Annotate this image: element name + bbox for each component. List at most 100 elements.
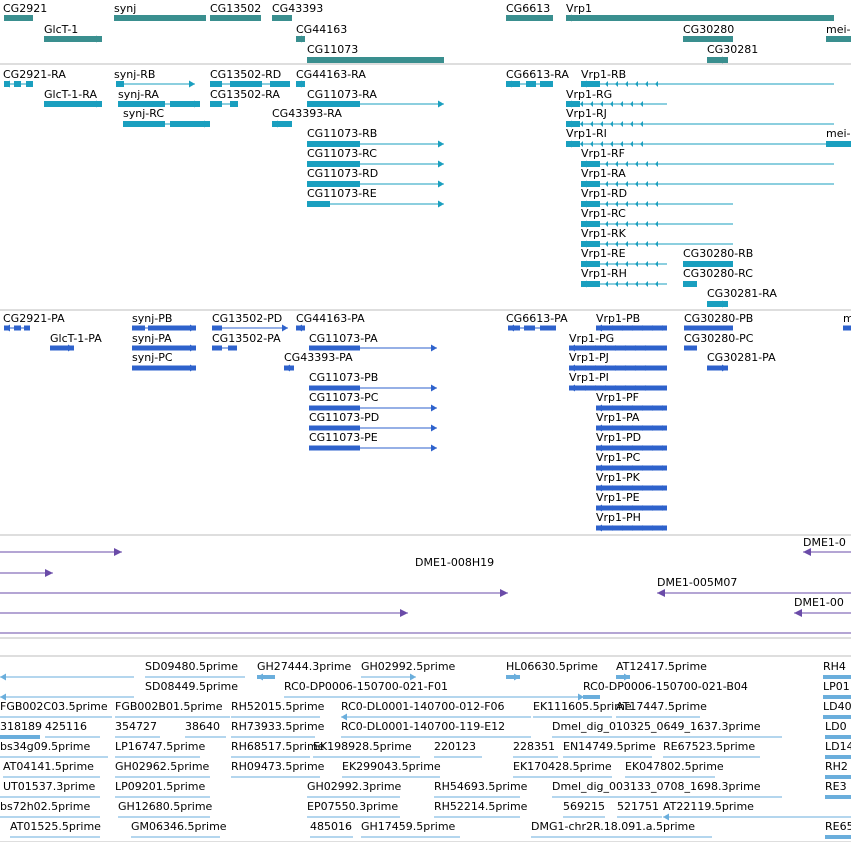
feature-est[interactable]: LD0: [825, 720, 851, 739]
feature-protein[interactable]: m: [843, 312, 851, 331]
feature-est[interactable]: AT22119.5prime: [663, 800, 851, 821]
feature-transcript[interactable]: CG11073-RA: [307, 88, 444, 108]
feature-est[interactable]: GH12680.5prime: [118, 800, 213, 818]
feature-gene[interactable]: CG43393: [272, 2, 323, 21]
feature-est[interactable]: EK299043.5prime: [342, 760, 441, 778]
feature-est[interactable]: 521751: [617, 800, 662, 818]
feature-protein[interactable]: Vrp1-PB: [596, 312, 667, 332]
feature-est[interactable]: RH52015.5prime: [231, 700, 325, 718]
feature-est[interactable]: bs72h02.5prime: [0, 800, 100, 818]
feature-est[interactable]: FGB002C03.5prime: [0, 700, 112, 718]
feature-est[interactable]: GH02962.5prime: [115, 760, 210, 778]
feature-transcript[interactable]: CG43393-RA: [272, 107, 342, 128]
feature-est[interactable]: LP09201.5prime: [115, 780, 210, 798]
feature-est[interactable]: HL06630.5prime: [506, 660, 598, 681]
feature-transcript[interactable]: synj-RA: [118, 88, 200, 108]
feature-est[interactable]: GM06346.5prime: [131, 820, 227, 838]
feature-protein[interactable]: CG11073-PE: [309, 431, 437, 452]
feature-est[interactable]: 38640: [185, 720, 226, 738]
feature-gene[interactable]: Vrp1: [566, 2, 834, 22]
feature-est[interactable]: DMG1-chr2R.18.091.a.5prime: [531, 820, 712, 838]
feature-protein[interactable]: CG44163-PA: [296, 312, 365, 332]
feature-est[interactable]: AT01525.5prime: [10, 820, 101, 838]
feature-est[interactable]: RE67523.5prime: [663, 740, 760, 758]
feature-est[interactable]: LP16747.5prime: [115, 740, 206, 758]
feature-est[interactable]: SD08449.5prime: [0, 680, 238, 701]
feature-transcript[interactable]: Vrp1-RJ: [566, 107, 834, 128]
feature-est[interactable]: EK047802.5prime: [625, 760, 724, 778]
feature-transcript[interactable]: CG11073-RD: [307, 167, 444, 188]
feature-est[interactable]: LD40: [823, 700, 851, 719]
feature-protein[interactable]: Vrp1-PG: [569, 332, 667, 352]
feature-protein[interactable]: Vrp1-PA: [596, 411, 667, 432]
feature-est[interactable]: 220123: [434, 740, 482, 758]
feature-protein[interactable]: Vrp1-PI: [569, 371, 667, 392]
feature-protein[interactable]: CG43393-PA: [284, 351, 353, 372]
feature-est[interactable]: RE3: [825, 780, 851, 799]
feature-gene[interactable]: CG44163: [296, 23, 347, 43]
feature-est[interactable]: Dmel_dig_010325_0649_1637.3prime: [552, 720, 782, 738]
feature-transcript[interactable]: Vrp1-RF: [581, 147, 834, 168]
feature-transcript[interactable]: Vrp1-RD: [581, 187, 733, 208]
feature-est[interactable]: 425116: [45, 720, 100, 738]
feature-protein[interactable]: synj-PA: [132, 332, 196, 352]
feature-est[interactable]: FGB002B01.5prime: [115, 700, 230, 718]
feature-gene[interactable]: CG30280: [683, 23, 734, 42]
feature-est[interactable]: EK198928.5prime: [313, 740, 420, 758]
feature-bac[interactable]: [0, 609, 408, 617]
feature-est[interactable]: RE65: [825, 820, 851, 839]
feature-gene[interactable]: GlcT-1: [44, 23, 102, 43]
feature-est[interactable]: RH2: [825, 760, 851, 779]
feature-bac[interactable]: DME1-00: [794, 596, 851, 617]
feature-est[interactable]: RH68517.5prime: [231, 740, 325, 758]
feature-est[interactable]: GH27444.3prime: [257, 660, 352, 681]
feature-est[interactable]: SD09480.5prime: [145, 660, 245, 678]
feature-protein[interactable]: CG11073-PD: [309, 411, 437, 432]
feature-transcript[interactable]: CG11073-RB: [307, 127, 444, 148]
feature-protein[interactable]: Vrp1-PK: [596, 471, 667, 492]
feature-est[interactable]: RH09473.5prime: [231, 760, 325, 778]
feature-transcript[interactable]: GlcT-1-RA: [44, 88, 102, 108]
feature-protein[interactable]: CG11073-PC: [309, 391, 437, 412]
feature-transcript[interactable]: CG30280-RC: [683, 267, 753, 287]
feature-bac[interactable]: [0, 632, 851, 634]
feature-bac[interactable]: DME1-005M07: [657, 576, 851, 597]
feature-protein[interactable]: CG13502-PA: [212, 332, 281, 351]
feature-gene[interactable]: synj: [114, 2, 206, 21]
feature-transcript[interactable]: synj-RC: [123, 107, 210, 128]
feature-bac[interactable]: DME1-008H19: [0, 556, 508, 597]
feature-est[interactable]: RH52214.5prime: [434, 800, 528, 818]
feature-protein[interactable]: synj-PC: [132, 351, 196, 372]
feature-transcript[interactable]: CG30280-RB: [683, 247, 753, 267]
feature-protein[interactable]: Vrp1-PD: [596, 431, 667, 452]
feature-protein[interactable]: CG2921-PA: [3, 312, 65, 332]
feature-transcript[interactable]: Vrp1-RI: [566, 127, 834, 148]
feature-gene[interactable]: mei-: [826, 23, 851, 42]
feature-protein[interactable]: Vrp1-PH: [596, 511, 667, 532]
feature-est[interactable]: EP07550.3prime: [307, 800, 400, 818]
feature-est[interactable]: GH02992.5prime: [361, 660, 456, 681]
feature-transcript[interactable]: CG6613-RA: [506, 68, 569, 88]
feature-est[interactable]: 354727: [115, 720, 160, 738]
feature-est[interactable]: RC0-DL0001-140700-119-E12: [341, 720, 531, 738]
feature-est[interactable]: [0, 673, 134, 681]
feature-gene[interactable]: CG13502: [210, 2, 261, 21]
feature-est[interactable]: AT17447.5prime: [616, 700, 707, 718]
feature-protein[interactable]: CG11073-PB: [309, 371, 437, 392]
feature-transcript[interactable]: Vrp1-RC: [581, 207, 733, 228]
feature-bac[interactable]: [0, 548, 122, 556]
feature-transcript[interactable]: CG11073-RC: [307, 147, 444, 168]
feature-gene[interactable]: CG6613: [506, 2, 553, 21]
feature-protein[interactable]: GlcT-1-PA: [50, 332, 102, 352]
feature-gene[interactable]: CG11073: [307, 43, 444, 63]
feature-est[interactable]: 569215: [563, 800, 605, 818]
feature-est[interactable]: RH4: [823, 660, 851, 679]
feature-est[interactable]: EN14749.5prime: [563, 740, 656, 758]
feature-protein[interactable]: Vrp1-PE: [596, 491, 667, 512]
feature-bac[interactable]: DME1-0: [803, 536, 851, 556]
feature-transcript[interactable]: Vrp1-RK: [581, 227, 733, 248]
feature-bac[interactable]: [0, 569, 53, 577]
feature-transcript[interactable]: Vrp1-RB: [581, 68, 834, 88]
feature-est[interactable]: RC0-DP0006-150700-021-F01: [284, 680, 584, 701]
feature-transcript[interactable]: mei-: [826, 127, 851, 147]
